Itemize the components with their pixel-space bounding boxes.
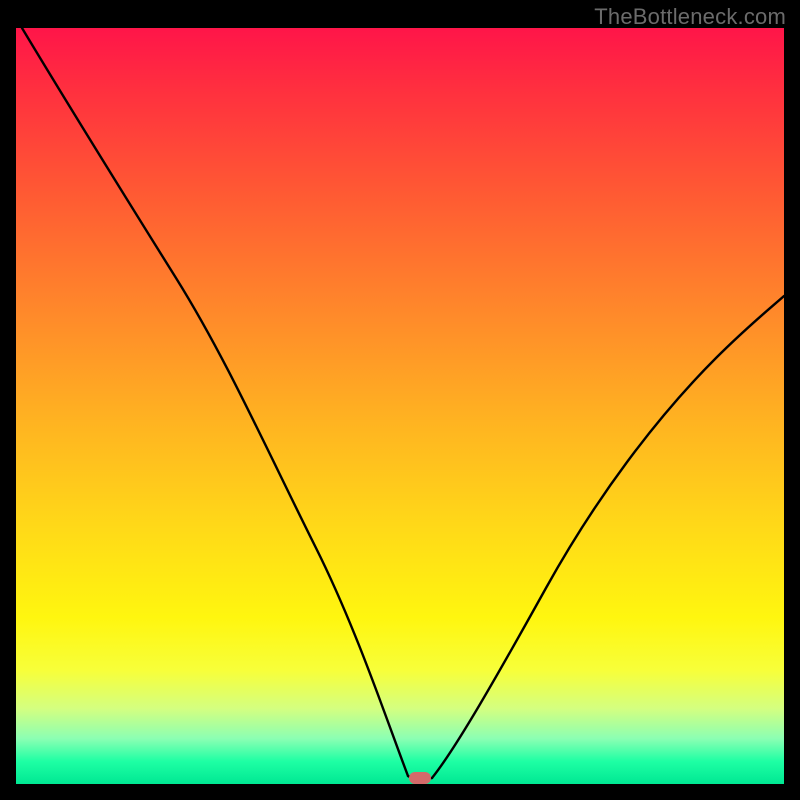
plot-area [16, 28, 784, 784]
bottleneck-curve [16, 28, 784, 784]
chart-frame: TheBottleneck.com [0, 0, 800, 800]
watermark-text: TheBottleneck.com [594, 4, 786, 30]
bottleneck-marker [409, 772, 431, 784]
